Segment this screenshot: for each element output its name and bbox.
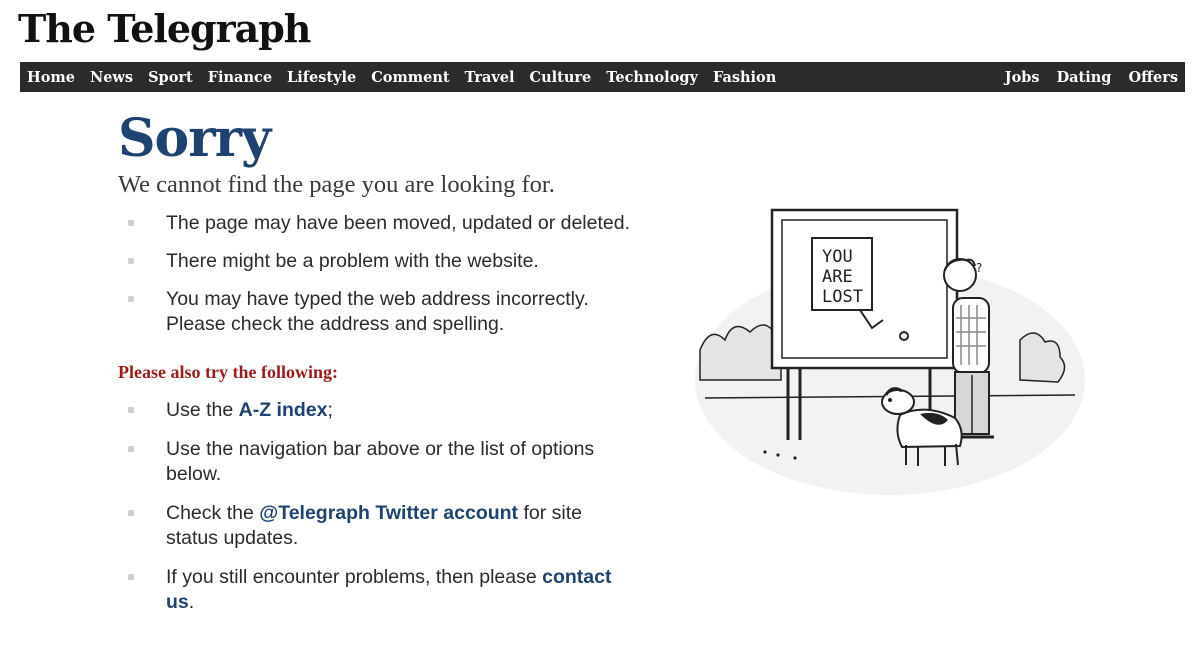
bullet-icon <box>128 220 134 226</box>
bullet-icon <box>128 574 134 580</box>
suggestion-text: Use the <box>166 399 239 421</box>
reasons-list: The page may have been moved, updated or… <box>118 211 658 337</box>
bullet-icon <box>128 258 134 264</box>
list-item: If you still encounter problems, then pl… <box>118 565 636 615</box>
pebble-icon <box>763 450 767 454</box>
nav-item-offers[interactable]: Offers <box>1128 69 1178 86</box>
nav-item-home[interactable]: Home <box>27 69 75 86</box>
bullet-icon <box>128 510 134 516</box>
main-navigation-bar: Home News Sport Finance Lifestyle Commen… <box>20 62 1185 92</box>
telegraph-logo[interactable]: The Telegraph <box>18 6 311 52</box>
list-item: There might be a problem with the websit… <box>118 249 636 274</box>
suggestions-list: Use the A-Z index; Use the navigation ba… <box>118 398 658 615</box>
list-item: Use the navigation bar above or the list… <box>118 437 636 487</box>
bullet-icon <box>128 296 134 302</box>
twitter-account-link[interactable]: @Telegraph Twitter account <box>259 502 518 524</box>
suggestion-text: ; <box>327 399 333 421</box>
list-item: Check the @Telegraph Twitter account for… <box>118 501 636 551</box>
lost-cartoon-illustration: YOU ARE LOST ? <box>695 208 1085 495</box>
nav-group-services: Jobs Dating Offers <box>988 69 1178 86</box>
error-content: Sorry We cannot find the page you are lo… <box>118 108 658 629</box>
reason-text: You may have typed the web address incor… <box>166 288 589 335</box>
suggestion-text: . <box>188 591 195 613</box>
svg-text:?: ? <box>976 261 982 275</box>
list-item: You may have typed the web address incor… <box>118 287 636 337</box>
bullet-icon <box>128 446 134 452</box>
sign-text-line-1: YOU <box>822 247 853 267</box>
suggestion-text: Use the navigation bar above or the list… <box>166 438 595 485</box>
nav-item-sport[interactable]: Sport <box>148 69 193 86</box>
reason-text: The page may have been moved, updated or… <box>166 212 630 234</box>
nav-item-comment[interactable]: Comment <box>371 69 449 86</box>
suggestions-heading: Please also try the following: <box>118 362 338 382</box>
pebble-icon <box>793 456 797 460</box>
nav-item-jobs[interactable]: Jobs <box>1005 69 1040 86</box>
list-item: Use the A-Z index; <box>118 398 636 423</box>
reason-text: There might be a problem with the websit… <box>166 250 539 272</box>
nav-item-lifestyle[interactable]: Lifestyle <box>287 69 356 86</box>
bullet-icon <box>128 407 134 413</box>
list-item: The page may have been moved, updated or… <box>118 211 636 236</box>
error-heading: Sorry <box>118 108 271 169</box>
az-index-link[interactable]: A-Z index <box>239 399 328 421</box>
sign-text-line-3: LOST <box>822 287 863 307</box>
nav-item-technology[interactable]: Technology <box>606 69 698 86</box>
nav-item-dating[interactable]: Dating <box>1057 69 1112 86</box>
nav-item-news[interactable]: News <box>90 69 133 86</box>
suggestion-text: Check the <box>166 502 260 524</box>
sign-text-line-2: ARE <box>822 267 853 287</box>
nav-item-finance[interactable]: Finance <box>208 69 272 86</box>
nav-item-culture[interactable]: Culture <box>530 69 592 86</box>
nav-group-sections: Home News Sport Finance Lifestyle Commen… <box>27 69 791 86</box>
pebble-icon <box>776 453 780 457</box>
nav-item-fashion[interactable]: Fashion <box>713 69 776 86</box>
error-subtitle: We cannot find the page you are looking … <box>118 171 555 198</box>
nav-item-travel[interactable]: Travel <box>465 69 515 86</box>
suggestion-text: If you still encounter problems, then pl… <box>166 566 543 588</box>
